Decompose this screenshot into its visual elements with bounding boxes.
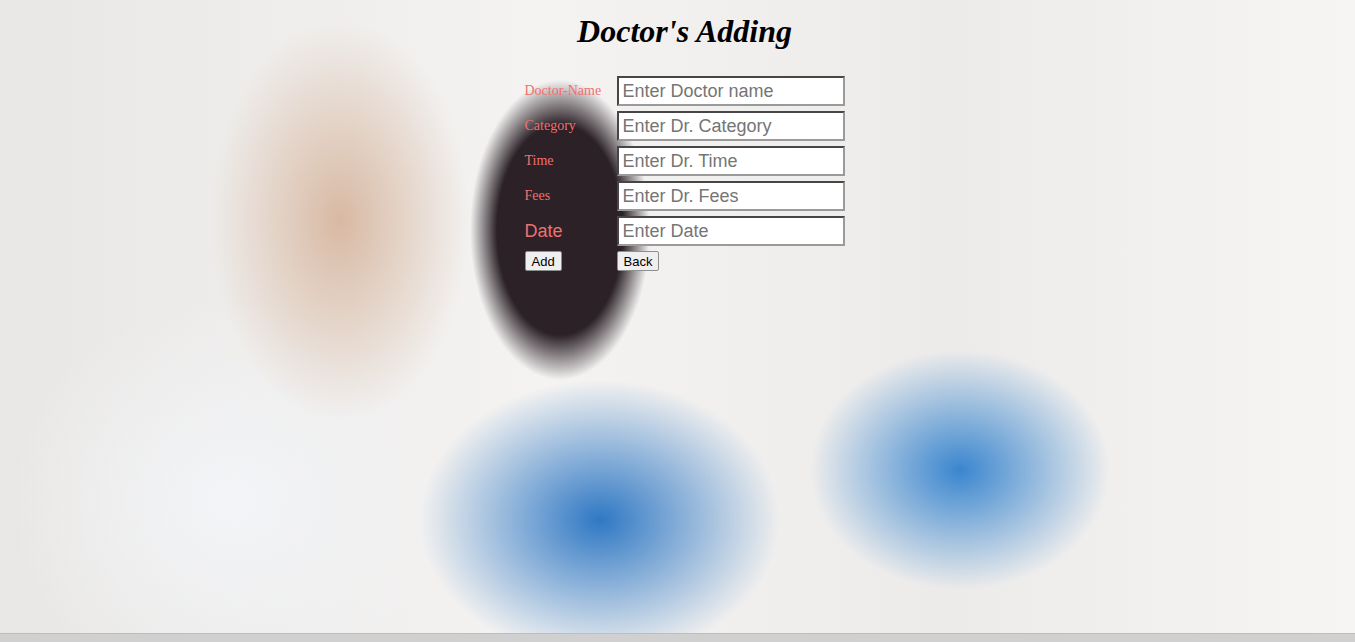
- field-label: Fees: [525, 188, 617, 205]
- text-field[interactable]: [617, 181, 845, 211]
- doctor-form: Doctor-Name Category Time Fees Date Add Back: [525, 76, 845, 271]
- add-button[interactable]: Add: [525, 251, 562, 271]
- page-title: Doctor's Adding: [563, 12, 792, 50]
- field-label: Time: [525, 153, 617, 170]
- field-label: Category: [525, 118, 617, 135]
- horizontal-scrollbar[interactable]: [0, 633, 1355, 642]
- page: Doctor's Adding Doctor-Name Category Time F…: [0, 0, 1355, 642]
- text-field[interactable]: [617, 216, 845, 246]
- back-button[interactable]: Back: [617, 251, 660, 271]
- background-photo: Doctor's Adding Doctor-Name Category Time F…: [0, 0, 1355, 633]
- text-field[interactable]: [617, 146, 845, 176]
- field-label: Doctor-Name: [525, 83, 617, 100]
- text-field[interactable]: [617, 76, 845, 106]
- field-label: Date: [525, 221, 617, 243]
- text-field[interactable]: [617, 111, 845, 141]
